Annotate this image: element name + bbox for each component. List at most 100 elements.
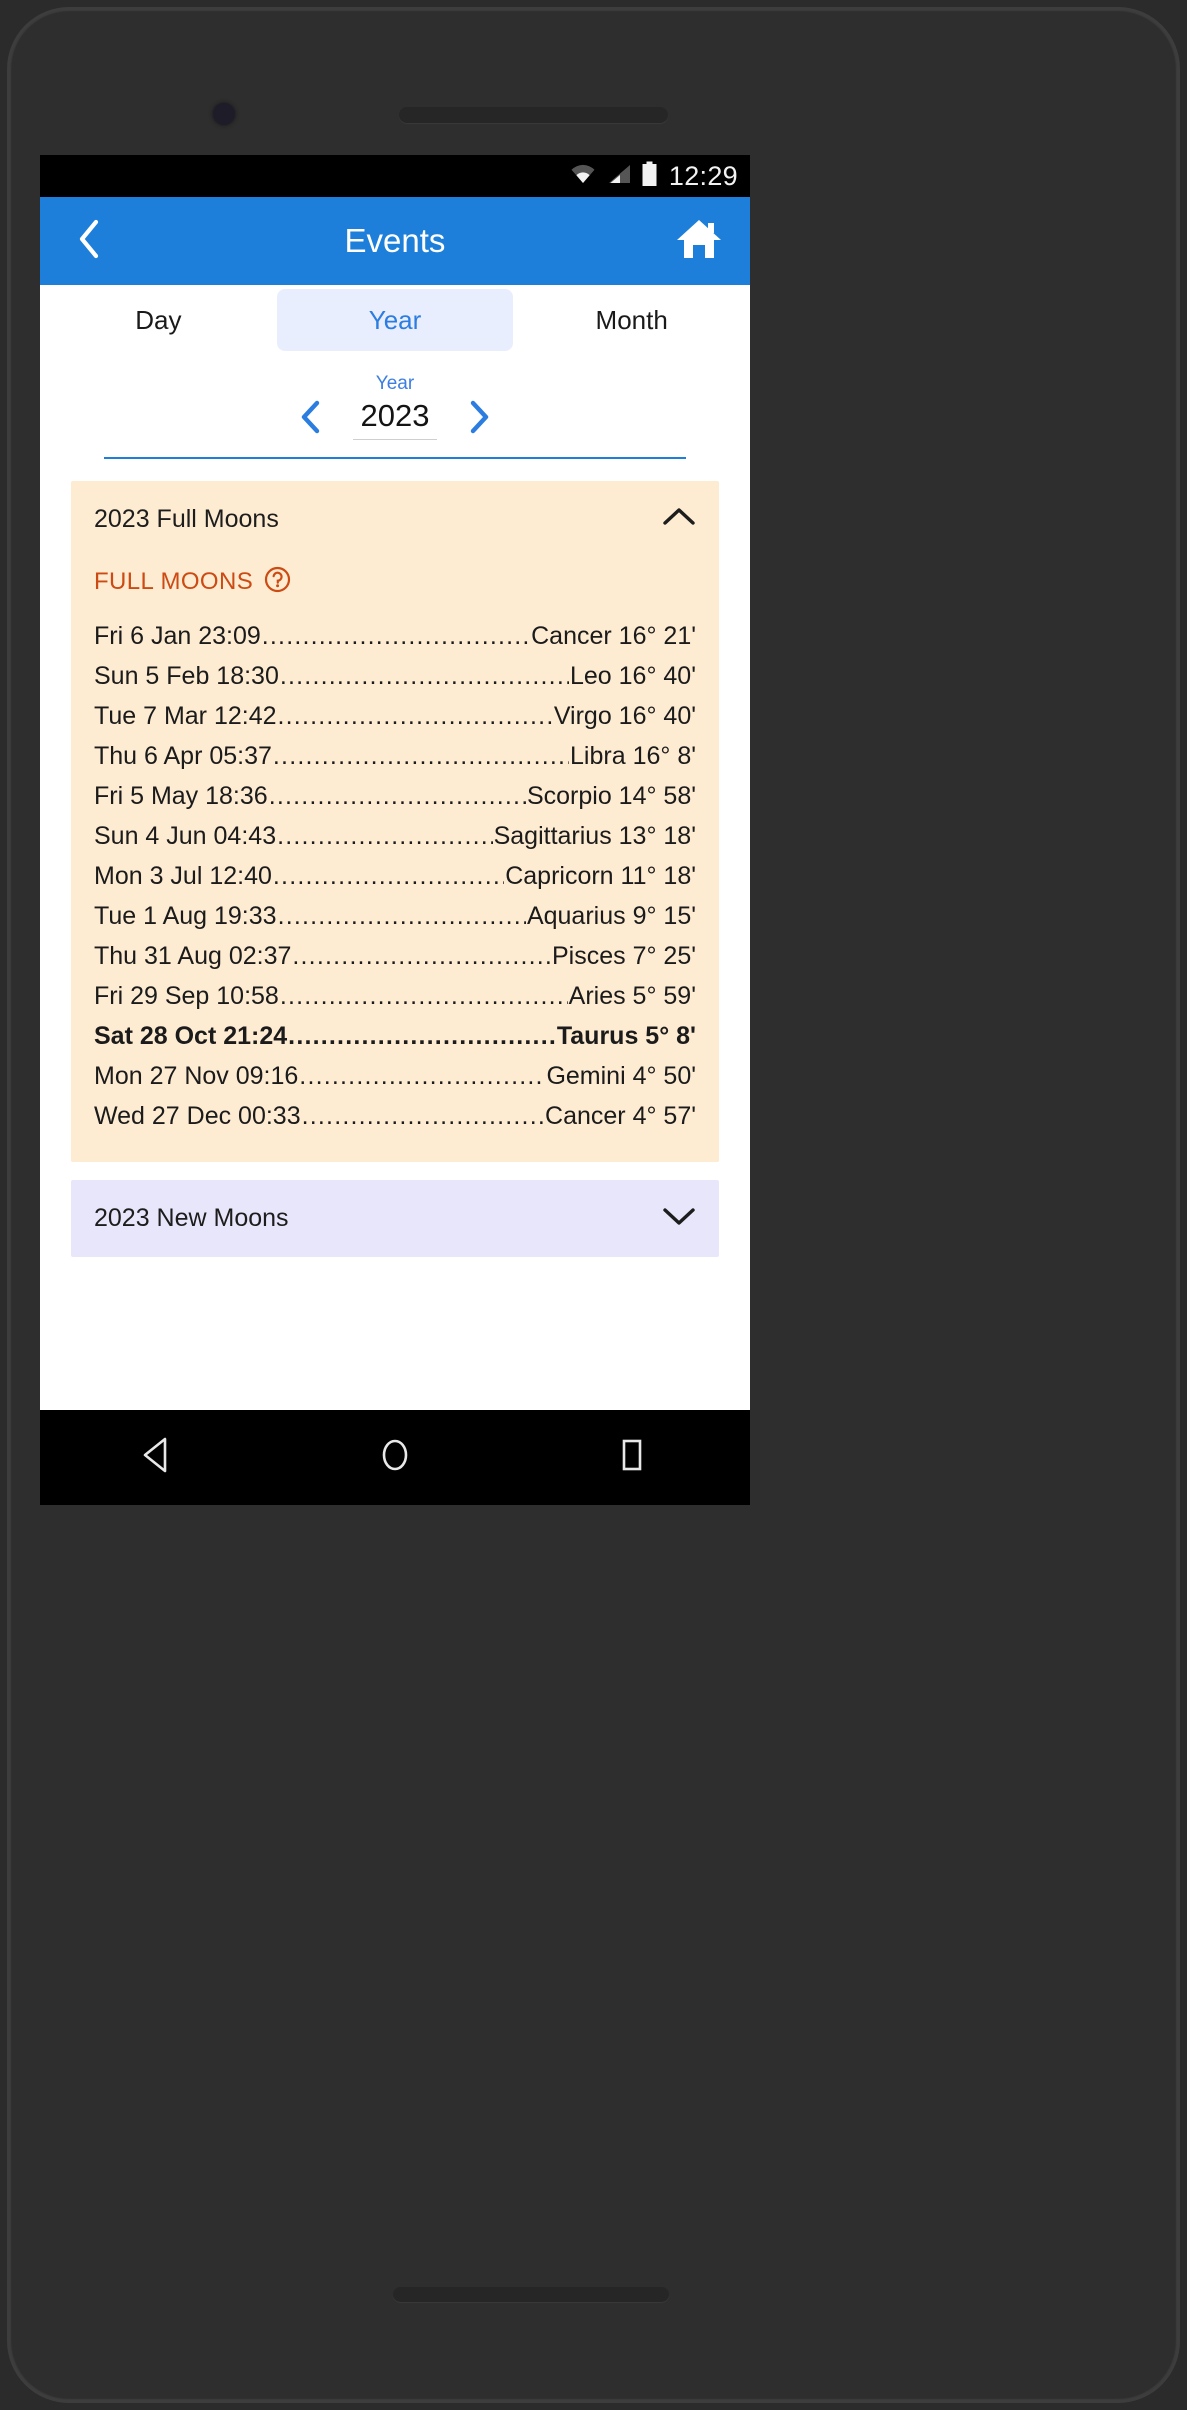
event-datetime: Sun 4 Jun 04:43 (94, 821, 277, 850)
event-datetime: Thu 6 Apr 05:37 (94, 741, 272, 770)
square-recents-icon (612, 1434, 652, 1481)
dot-leader: ........................................… (272, 741, 569, 770)
page-title: Events (344, 222, 446, 259)
bottom-bezel-grille (393, 2287, 669, 2302)
event-row[interactable]: Tue 1 Aug 19:33 ........................… (94, 896, 696, 936)
event-datetime: Tue 1 Aug 19:33 (94, 901, 277, 930)
tab-day[interactable]: Day (40, 289, 277, 351)
event-row[interactable]: Fri 6 Jan 23:09 ........................… (94, 616, 696, 656)
earpiece-speaker (399, 107, 668, 123)
event-row[interactable]: Sun 4 Jun 04:43 ........................… (94, 816, 696, 856)
event-position: Pisces 7° 25' (551, 941, 696, 970)
nav-home-button[interactable] (359, 1422, 431, 1494)
nav-back-button[interactable] (122, 1422, 194, 1494)
status-clock: 12:29 (668, 160, 738, 191)
status-bar: 12:29 (40, 155, 750, 197)
triangle-back-icon (138, 1434, 178, 1481)
event-position: Aquarius 9° 15' (526, 901, 696, 930)
event-row[interactable]: Wed 27 Dec 00:33 .......................… (94, 1096, 696, 1136)
home-button[interactable] (674, 216, 724, 266)
home-icon (675, 217, 723, 266)
event-row[interactable]: Fri 5 May 18:36 ........................… (94, 776, 696, 816)
event-row[interactable]: Fri 29 Sep 10:58 .......................… (94, 976, 696, 1016)
section-body-full-moons: FULL MOONS Fri 6 Jan 23:09 .............… (71, 558, 719, 1162)
event-position: Gemini 4° 50' (546, 1061, 696, 1090)
dot-leader: ........................................… (279, 981, 568, 1010)
tab-month[interactable]: Month (513, 289, 750, 351)
chevron-up-icon (662, 506, 696, 533)
front-camera-icon (213, 103, 235, 125)
event-datetime: Sat 28 Oct 21:24 (94, 1021, 288, 1050)
dot-leader: ........................................… (301, 1101, 545, 1130)
dot-leader: ........................................… (268, 781, 526, 810)
circle-home-icon (375, 1434, 415, 1481)
event-datetime: Fri 6 Jan 23:09 (94, 621, 261, 650)
wifi-icon (569, 162, 597, 191)
section-full-moons: 2023 Full Moons FULL MOONS Fri 6 Jan 23:… (71, 481, 719, 1162)
phone-device-frame: 12:29 Events Day Year Month Year 2023 20… (7, 7, 1180, 2403)
cellular-signal-icon (606, 162, 632, 191)
dot-leader: ........................................… (288, 1021, 556, 1050)
dot-leader: ........................................… (292, 941, 551, 970)
group-label-row: FULL MOONS (94, 566, 696, 598)
chevron-right-icon (466, 400, 492, 439)
previous-year-button[interactable] (291, 399, 331, 439)
year-field-label: Year (375, 373, 415, 394)
year-selector: Year 2023 (40, 351, 750, 459)
event-position: Virgo 16° 40' (553, 701, 696, 730)
event-datetime: Fri 5 May 18:36 (94, 781, 268, 810)
event-datetime: Sun 5 Feb 18:30 (94, 661, 279, 690)
back-button[interactable] (66, 218, 112, 264)
nav-recents-button[interactable] (596, 1422, 668, 1494)
section-new-moons: 2023 New Moons (71, 1180, 719, 1257)
tab-year[interactable]: Year (276, 289, 514, 351)
dot-leader: ........................................… (261, 621, 531, 650)
event-position: Leo 16° 40' (570, 661, 696, 690)
dot-leader: ........................................… (279, 661, 569, 690)
event-row[interactable]: Tue 7 Mar 12:42 ........................… (94, 696, 696, 736)
year-stepper: 2023 (291, 398, 499, 440)
chevron-left-icon (76, 218, 102, 265)
event-position: Aries 5° 59' (568, 981, 696, 1010)
event-row[interactable]: Mon 27 Nov 09:16 .......................… (94, 1056, 696, 1096)
event-position: Capricorn 11° 18' (505, 861, 696, 890)
event-datetime: Tue 7 Mar 12:42 (94, 701, 277, 730)
event-row[interactable]: Sun 5 Feb 18:30 ........................… (94, 656, 696, 696)
event-datetime: Mon 3 Jul 12:40 (94, 861, 272, 890)
event-row[interactable]: Thu 31 Aug 02:37 .......................… (94, 936, 696, 976)
year-input[interactable]: 2023 (353, 398, 437, 440)
event-row[interactable]: Mon 3 Jul 12:40 ........................… (94, 856, 696, 896)
event-position: Sagittarius 13° 18' (493, 821, 696, 850)
event-datetime: Mon 27 Nov 09:16 (94, 1061, 299, 1090)
section-title: 2023 New Moons (94, 1204, 289, 1232)
event-datetime: Wed 27 Dec 00:33 (94, 1101, 301, 1130)
dot-leader: ........................................… (299, 1061, 545, 1090)
group-label: FULL MOONS (94, 568, 254, 595)
section-header-full-moons[interactable]: 2023 Full Moons (71, 481, 719, 558)
event-row[interactable]: Thu 6 Apr 05:37 ........................… (94, 736, 696, 776)
android-navigation-bar (40, 1410, 750, 1505)
battery-icon (641, 161, 658, 192)
events-list: 2023 Full Moons FULL MOONS Fri 6 Jan 23:… (40, 459, 750, 1257)
chevron-down-icon (662, 1205, 696, 1232)
full-moon-event-rows: Fri 6 Jan 23:09 ........................… (94, 616, 696, 1136)
dot-leader: ........................................… (277, 821, 493, 850)
dot-leader: ........................................… (272, 861, 504, 890)
help-circle-icon[interactable] (264, 566, 291, 598)
event-position: Scorpio 14° 58' (526, 781, 696, 810)
chevron-left-icon (298, 400, 324, 439)
event-datetime: Fri 29 Sep 10:58 (94, 981, 279, 1010)
section-header-new-moons[interactable]: 2023 New Moons (71, 1180, 719, 1257)
event-row[interactable]: Sat 28 Oct 21:24 .......................… (94, 1016, 696, 1056)
event-position: Cancer 4° 57' (545, 1101, 696, 1130)
event-position: Cancer 16° 21' (531, 621, 696, 650)
dot-leader: ........................................… (277, 701, 553, 730)
period-tab-bar: Day Year Month (40, 285, 750, 351)
phone-screen: 12:29 Events Day Year Month Year 2023 20… (40, 155, 750, 1410)
next-year-button[interactable] (459, 399, 499, 439)
event-position: Libra 16° 8' (570, 741, 696, 770)
app-bar: Events (40, 197, 750, 285)
section-title: 2023 Full Moons (94, 505, 279, 533)
event-position: Taurus 5° 8' (556, 1021, 696, 1050)
year-divider (104, 457, 686, 459)
